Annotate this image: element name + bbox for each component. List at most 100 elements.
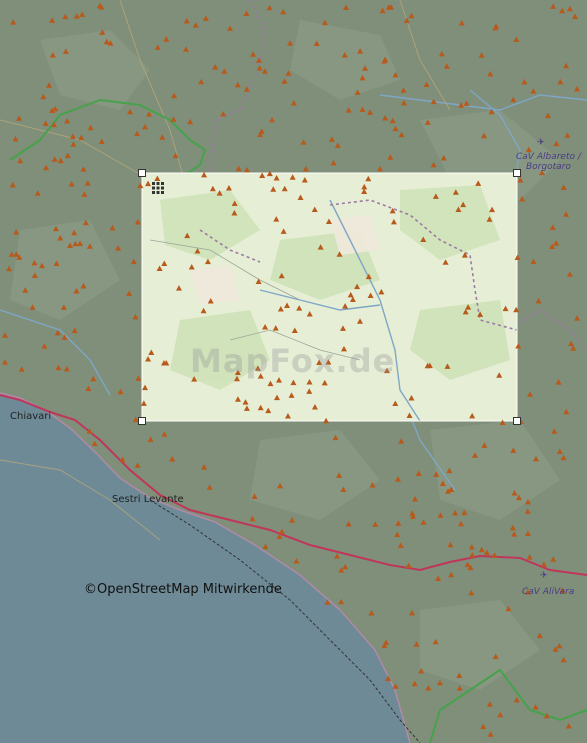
peak-triangle-icon xyxy=(334,553,341,559)
peak-triangle-icon xyxy=(206,484,213,490)
peak-triangle-icon xyxy=(385,675,392,682)
peak-triangle-icon xyxy=(134,219,141,225)
peak-triangle-icon xyxy=(204,258,211,265)
peak-triangle-icon xyxy=(486,216,493,222)
peak-triangle-icon xyxy=(438,50,445,57)
resize-handle-top-right[interactable] xyxy=(513,169,521,177)
peak-triangle-icon xyxy=(359,74,366,81)
peak-triangle-icon xyxy=(436,679,443,686)
peak-triangle-icon xyxy=(560,656,567,663)
peak-triangle-icon xyxy=(458,102,465,108)
peak-triangle-icon xyxy=(163,36,170,42)
peak-triangle-icon xyxy=(572,13,579,19)
peak-triangle-icon xyxy=(202,15,209,21)
peak-triangle-icon xyxy=(555,379,562,385)
peak-triangle-icon xyxy=(387,154,394,160)
peak-triangle-icon xyxy=(146,111,153,117)
peak-triangle-icon xyxy=(536,632,543,639)
peak-triangle-icon xyxy=(418,667,425,674)
peak-triangle-icon xyxy=(499,419,506,425)
peak-triangle-icon xyxy=(543,712,550,719)
peak-triangle-icon xyxy=(469,412,476,419)
peak-triangle-icon xyxy=(480,723,487,730)
peak-triangle-icon xyxy=(400,99,407,106)
peak-triangle-icon xyxy=(234,81,241,88)
peak-triangle-icon xyxy=(284,302,291,309)
peak-triangle-icon xyxy=(497,711,504,718)
peak-triangle-icon xyxy=(12,135,19,142)
peak-triangle-icon xyxy=(311,206,318,213)
peak-triangle-icon xyxy=(483,549,490,556)
peak-triangle-icon xyxy=(458,19,465,26)
peak-triangle-icon xyxy=(530,258,537,265)
peak-triangle-icon xyxy=(171,92,178,99)
peak-triangle-icon xyxy=(324,599,331,605)
peak-triangle-icon xyxy=(444,363,451,369)
peak-triangle-icon xyxy=(126,290,133,296)
peak-triangle-icon xyxy=(357,48,364,54)
peak-triangle-icon xyxy=(382,56,389,63)
peak-triangle-icon xyxy=(510,96,517,103)
peak-triangle-icon xyxy=(524,498,531,505)
peak-triangle-icon xyxy=(336,472,343,478)
peak-triangle-icon xyxy=(382,114,389,121)
airport-label-line1: CaV Albareto / xyxy=(516,152,581,162)
peak-triangle-icon xyxy=(201,464,208,470)
peak-triangle-icon xyxy=(478,52,485,58)
peak-triangle-icon xyxy=(342,303,349,309)
peak-triangle-icon xyxy=(62,48,69,54)
peak-triangle-icon xyxy=(369,482,376,488)
grid-icon[interactable] xyxy=(151,181,165,195)
peak-triangle-icon xyxy=(481,132,488,139)
airport-label-alivara: CaV AliVara xyxy=(522,587,575,597)
peak-triangle-icon xyxy=(290,100,297,106)
peak-triangle-icon xyxy=(556,448,563,455)
peak-triangle-icon xyxy=(365,273,372,280)
peak-triangle-icon xyxy=(491,552,498,559)
peak-triangle-icon xyxy=(2,332,9,338)
peak-triangle-icon xyxy=(432,193,439,199)
peak-triangle-icon xyxy=(545,112,552,119)
peak-triangle-icon xyxy=(325,218,332,225)
peak-triangle-icon xyxy=(67,242,74,249)
peak-triangle-icon xyxy=(392,683,399,689)
peak-triangle-icon xyxy=(551,428,558,434)
resize-handle-top-left[interactable] xyxy=(138,169,146,177)
peak-triangle-icon xyxy=(43,164,50,171)
peak-triangle-icon xyxy=(377,165,384,172)
peak-triangle-icon xyxy=(285,70,292,76)
peak-triangle-icon xyxy=(6,265,13,272)
peak-triangle-icon xyxy=(132,313,139,320)
peak-triangle-icon xyxy=(367,292,374,299)
peak-triangle-icon xyxy=(488,108,495,115)
peak-triangle-icon xyxy=(220,111,227,117)
peak-triangle-icon xyxy=(395,520,402,526)
peak-triangle-icon xyxy=(278,272,285,279)
map-view[interactable]: ✈ CaV Albareto / Borgotaro ✈ CaV AliVara… xyxy=(0,0,587,743)
resize-handle-bottom-left[interactable] xyxy=(138,417,146,425)
peak-triangle-icon xyxy=(313,40,320,47)
peak-triangle-icon xyxy=(463,100,470,106)
resize-handle-bottom-right[interactable] xyxy=(513,417,521,425)
peak-triangle-icon xyxy=(182,46,189,52)
peak-triangle-icon xyxy=(267,380,274,387)
peak-triangle-icon xyxy=(328,136,335,142)
peak-triangle-icon xyxy=(471,452,478,458)
peak-triangle-icon xyxy=(461,252,468,258)
peak-triangle-icon xyxy=(280,8,287,15)
peak-triangle-icon xyxy=(64,152,71,159)
peak-triangle-icon xyxy=(502,305,509,312)
peak-triangle-icon xyxy=(334,142,341,148)
peak-triangle-icon xyxy=(69,133,76,139)
peak-triangle-icon xyxy=(51,121,58,128)
peak-triangle-icon xyxy=(439,480,446,487)
peak-triangle-icon xyxy=(398,131,405,138)
peak-triangle-icon xyxy=(405,562,412,569)
peak-triangle-icon xyxy=(345,107,352,113)
peak-triangle-icon xyxy=(145,355,152,362)
peak-triangle-icon xyxy=(13,251,20,257)
peak-triangle-icon xyxy=(433,471,440,477)
peak-triangle-icon xyxy=(487,70,494,77)
peak-triangle-icon xyxy=(161,260,168,267)
peak-triangle-icon xyxy=(510,447,517,453)
